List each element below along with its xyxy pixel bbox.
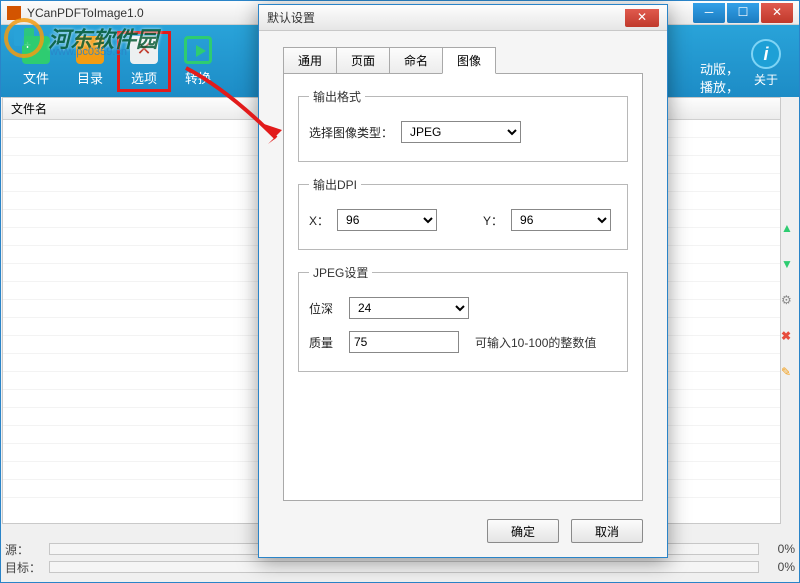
close-button[interactable]: ✕ bbox=[761, 3, 793, 23]
quality-hint: 可输入10-100的整数值 bbox=[475, 334, 596, 351]
remove-button[interactable] bbox=[781, 329, 797, 345]
tab-page[interactable]: 页面 bbox=[336, 47, 390, 74]
target-progress bbox=[49, 561, 759, 573]
dpi-y-select[interactable]: 96 bbox=[511, 209, 611, 231]
status-target-label: 目标： bbox=[5, 559, 43, 576]
move-up-button[interactable] bbox=[781, 221, 797, 237]
clear-button[interactable] bbox=[781, 365, 797, 381]
dialog-close-button[interactable]: ✕ bbox=[625, 9, 659, 27]
target-pct: 0% bbox=[765, 560, 795, 574]
settings-button[interactable] bbox=[781, 293, 797, 309]
about-button[interactable]: i 关于 bbox=[749, 39, 783, 88]
file-add-icon bbox=[22, 36, 50, 64]
cancel-button[interactable]: 取消 bbox=[571, 519, 643, 543]
dpi-y-label: Y： bbox=[483, 212, 503, 229]
output-dpi-legend: 输出DPI bbox=[309, 176, 361, 193]
toolbar-options-label: 选项 bbox=[122, 68, 166, 87]
tab-image[interactable]: 图像 bbox=[442, 47, 496, 74]
ok-button[interactable]: 确定 bbox=[487, 519, 559, 543]
status-target-row: 目标： 0% bbox=[5, 558, 795, 576]
dpi-x-label: X： bbox=[309, 212, 329, 229]
image-type-label: 选择图像类型： bbox=[309, 124, 393, 141]
jpeg-settings-group: JPEG设置 位深 24 质量 可输入10-100的整数值 bbox=[298, 264, 628, 372]
tools-icon bbox=[130, 36, 158, 64]
toolbar-info-text: 动版， 播放， bbox=[700, 61, 739, 97]
dialog-titlebar: 默认设置 ✕ bbox=[259, 5, 667, 31]
maximize-button[interactable]: ☐ bbox=[727, 3, 759, 23]
quality-label: 质量 bbox=[309, 334, 341, 351]
move-down-button[interactable] bbox=[781, 257, 797, 273]
dialog-title: 默认设置 bbox=[267, 9, 625, 26]
about-label: 关于 bbox=[749, 71, 783, 88]
tab-naming[interactable]: 命名 bbox=[389, 47, 443, 74]
bit-depth-label: 位深 bbox=[309, 300, 341, 317]
tab-panel-image: 输出格式 选择图像类型： JPEG 输出DPI X： 96 Y： 96 JPEG… bbox=[283, 73, 643, 501]
jpeg-settings-legend: JPEG设置 bbox=[309, 264, 372, 281]
toolbar-convert-label: 转换 bbox=[171, 68, 225, 87]
output-format-group: 输出格式 选择图像类型： JPEG bbox=[298, 88, 628, 162]
tab-general[interactable]: 通用 bbox=[283, 47, 337, 74]
window-controls: ─ ☐ ✕ bbox=[691, 3, 793, 23]
toolbar-file-button[interactable]: 文件 bbox=[9, 36, 63, 87]
status-source-label: 源： bbox=[5, 541, 43, 558]
folder-icon bbox=[76, 36, 104, 64]
minimize-button[interactable]: ─ bbox=[693, 3, 725, 23]
output-dpi-group: 输出DPI X： 96 Y： 96 bbox=[298, 176, 628, 250]
source-pct: 0% bbox=[765, 542, 795, 556]
toolbar-options-button[interactable]: 选项 bbox=[117, 31, 171, 92]
play-icon bbox=[184, 36, 212, 64]
info-icon: i bbox=[751, 39, 781, 69]
toolbar-file-label: 文件 bbox=[9, 68, 63, 87]
side-action-bar bbox=[780, 221, 798, 381]
dialog-buttons: 确定 取消 bbox=[487, 519, 643, 543]
column-filename[interactable]: 文件名 bbox=[11, 100, 47, 117]
dpi-x-select[interactable]: 96 bbox=[337, 209, 437, 231]
settings-dialog: 默认设置 ✕ 通用 页面 命名 图像 输出格式 选择图像类型： JPEG 输出D… bbox=[258, 4, 668, 558]
app-icon bbox=[7, 6, 21, 20]
toolbar-convert-button[interactable]: 转换 bbox=[171, 36, 225, 87]
toolbar-dir-button[interactable]: 目录 bbox=[63, 36, 117, 87]
bit-depth-select[interactable]: 24 bbox=[349, 297, 469, 319]
image-type-select[interactable]: JPEG bbox=[401, 121, 521, 143]
dialog-tabs: 通用 页面 命名 图像 bbox=[283, 47, 667, 74]
output-format-legend: 输出格式 bbox=[309, 88, 365, 105]
toolbar-dir-label: 目录 bbox=[63, 68, 117, 87]
quality-input[interactable] bbox=[349, 331, 459, 353]
